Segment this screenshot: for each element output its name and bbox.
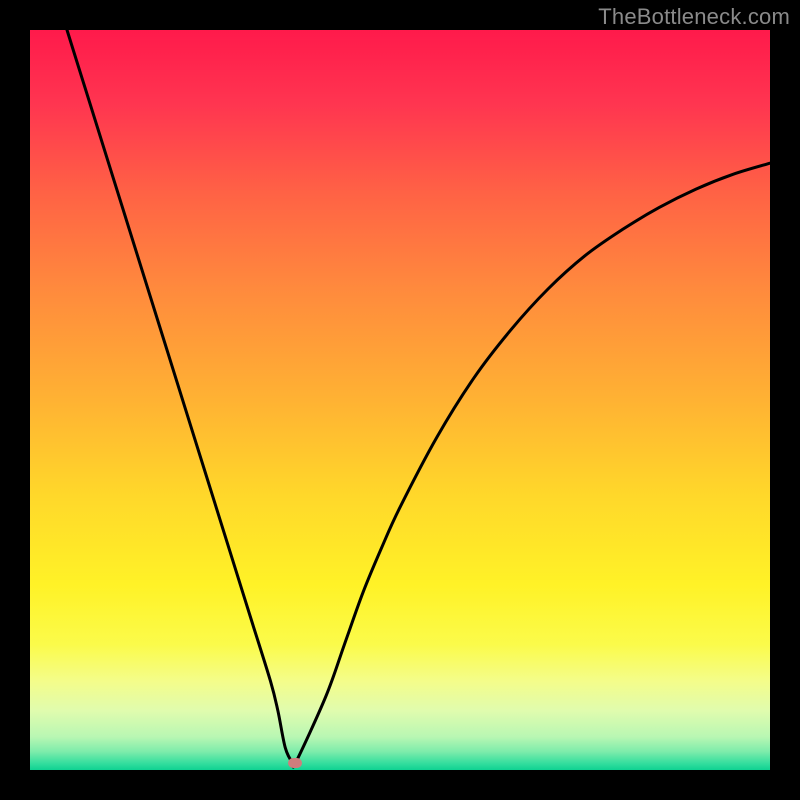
chart-stage: TheBottleneck.com <box>0 0 800 800</box>
bottleneck-curve <box>67 30 770 767</box>
minimum-marker <box>288 758 302 768</box>
curve-layer <box>30 30 770 770</box>
watermark-text: TheBottleneck.com <box>598 4 790 30</box>
plot-area <box>30 30 770 770</box>
